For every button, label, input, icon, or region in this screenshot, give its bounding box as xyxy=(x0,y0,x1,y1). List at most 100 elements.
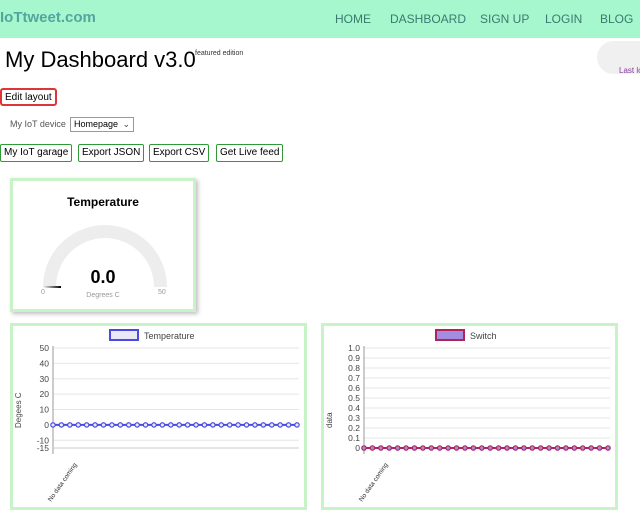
device-select-value: Homepage xyxy=(74,119,119,129)
live-feed-button[interactable]: Get Live feed xyxy=(216,144,284,162)
switch-chart-data-point xyxy=(420,445,426,451)
temperature-chart-data-point xyxy=(252,422,258,428)
temperature-chart-data-point xyxy=(201,422,208,428)
temperature-chart-data-point xyxy=(184,422,191,428)
switch-chart-ytick-label: 0.4 xyxy=(348,403,360,413)
nav-dashboard[interactable]: DASHBOARD xyxy=(390,12,466,26)
switch-chart-legend-swatch xyxy=(435,329,465,341)
temperature-chart-ytick-label: 10 xyxy=(40,405,50,415)
gauge-value: 0.0 xyxy=(90,267,116,287)
switch-chart-ytick-label: 0.8 xyxy=(348,363,360,373)
switch-chart-data-point xyxy=(563,445,569,451)
switch-chart-data-point xyxy=(554,445,561,451)
temperature-chart-data-point xyxy=(151,422,157,428)
temperature-gauge-card: Temperature 0.0 Degrees C 0 50 xyxy=(10,178,196,312)
temperature-chart-data-point xyxy=(92,422,98,428)
edition-label: featured edition xyxy=(195,50,244,57)
switch-chart-data-point xyxy=(386,445,393,451)
gauge-arc xyxy=(43,225,167,288)
switch-chart-data-point xyxy=(487,445,494,451)
temperature-chart-ytick-label: 20 xyxy=(40,389,50,399)
switch-chart-ytick-label: 0.9 xyxy=(348,353,360,363)
last-login-text: Last lo xyxy=(619,66,640,75)
device-select[interactable]: Homepage ⌄ xyxy=(70,117,134,132)
switch-chart-data-point xyxy=(529,445,536,451)
device-label: My IoT device xyxy=(10,119,66,129)
temperature-chart-legend-label: Temperature xyxy=(144,331,195,341)
switch-chart-data-point xyxy=(394,445,401,451)
temperature-chart-legend-swatch xyxy=(109,329,139,341)
nav-home[interactable]: HOME xyxy=(335,12,371,26)
switch-chart-data-point xyxy=(369,445,376,451)
nav-blog[interactable]: BLOG xyxy=(600,12,633,26)
temperature-chart-ylabel: Degees C xyxy=(14,392,23,428)
switch-chart-data-point xyxy=(605,445,611,451)
temperature-chart-ytick-label: 50 xyxy=(40,343,50,353)
brand-logo[interactable]: IoTtweet.com xyxy=(0,9,96,26)
temperature-chart-data-point xyxy=(109,422,115,428)
switch-chart-data-point xyxy=(596,445,603,451)
temperature-chart-data-point xyxy=(243,422,250,428)
top-navbar: IoTtweet.com HOME DASHBOARD SIGN UP LOGI… xyxy=(0,0,640,38)
switch-chart-data-point xyxy=(453,445,460,451)
switch-chart-card: Switch 1.0 0.9 0.8 0.7 0.6 0.5 0.4 0.3 0.2 0.1 0 dat… xyxy=(321,323,618,510)
gauge-unit: Degrees C xyxy=(86,292,120,299)
temperature-chart-data-point xyxy=(142,422,149,428)
temperature-chart-data-point xyxy=(100,422,107,428)
edit-layout-button[interactable]: Edit layout xyxy=(0,88,57,106)
switch-chart-data-point xyxy=(378,445,384,451)
export-csv-button[interactable]: Export CSV xyxy=(149,144,210,162)
switch-chart-data-point xyxy=(361,445,367,451)
nav-signup[interactable]: SIGN UP xyxy=(480,12,529,26)
switch-chart-xtick-label: No data coming xyxy=(358,462,390,504)
temperature-chart-data-point xyxy=(260,422,267,428)
switch-chart-data-point xyxy=(428,445,435,451)
temperature-chart-data-point xyxy=(167,422,174,428)
export-json-button[interactable]: Export JSON xyxy=(78,144,145,162)
temperature-chart-data-point xyxy=(277,422,283,428)
temperature-chart-card: Temperature 50 40 30 20 10 0 -10 -15 Degees C No d… xyxy=(10,323,307,510)
switch-chart-data-point xyxy=(521,445,527,451)
temperature-chart-data-point xyxy=(210,422,216,428)
iot-garage-button[interactable]: My IoT garage xyxy=(0,144,73,162)
temperature-chart-data-point xyxy=(159,422,166,428)
temperature-chart-data-point xyxy=(193,422,199,428)
temperature-chart-data-point xyxy=(285,422,292,428)
switch-chart-ytick-label: 0.6 xyxy=(348,383,360,393)
gauge-min: 0 xyxy=(41,289,45,296)
switch-chart-ytick-label: 0.1 xyxy=(348,433,360,443)
temperature-chart-data-point xyxy=(268,422,275,428)
temperature-chart-data-point xyxy=(294,422,300,428)
switch-chart-ylabel: data xyxy=(325,412,334,428)
temperature-chart-xtick-label: No data coming xyxy=(47,462,79,504)
temperature-chart-data-point xyxy=(50,422,56,428)
switch-chart-data-point xyxy=(411,445,418,451)
chevron-down-icon: ⌄ xyxy=(122,119,130,129)
switch-chart-ytick-label: 0.5 xyxy=(348,393,360,403)
nav-login[interactable]: LOGIN xyxy=(545,12,582,26)
page-title: My Dashboard v3.0 xyxy=(5,47,196,72)
temperature-chart-data-point xyxy=(125,422,132,428)
temperature-chart-ytick-label: -15 xyxy=(37,443,50,453)
switch-chart-ytick-label: 1.0 xyxy=(348,343,360,353)
switch-chart-legend-label: Switch xyxy=(470,331,497,341)
switch-chart-ytick-label: 0.3 xyxy=(348,413,360,423)
temperature-chart-data-point xyxy=(83,422,90,428)
switch-chart: Switch 1.00.90.80.70.60.50.40.30.20.10 dat… xyxy=(325,329,611,504)
temperature-chart-data-point xyxy=(176,422,183,428)
temperature-chart: Temperature50403020100-10-15Degees CNo d… xyxy=(14,329,300,504)
switch-chart-ytick-label: 0 xyxy=(355,443,360,453)
temperature-chart-ytick-label: 40 xyxy=(40,358,50,368)
switch-chart-data-point xyxy=(495,445,502,451)
switch-chart-data-point xyxy=(571,445,578,451)
switch-chart-data-point xyxy=(512,445,519,451)
switch-chart-data-point xyxy=(546,445,552,451)
temperature-chart-data-point xyxy=(235,422,241,428)
temperature-chart-data-point xyxy=(58,422,65,428)
temperature-chart-ytick-label: 0 xyxy=(44,420,49,430)
temperature-chart-ytick-label: 30 xyxy=(40,374,50,384)
switch-chart-data-point xyxy=(462,445,468,451)
switch-chart-data-point xyxy=(436,445,443,451)
switch-chart-data-point xyxy=(537,445,544,451)
switch-chart-data-point xyxy=(504,445,510,451)
